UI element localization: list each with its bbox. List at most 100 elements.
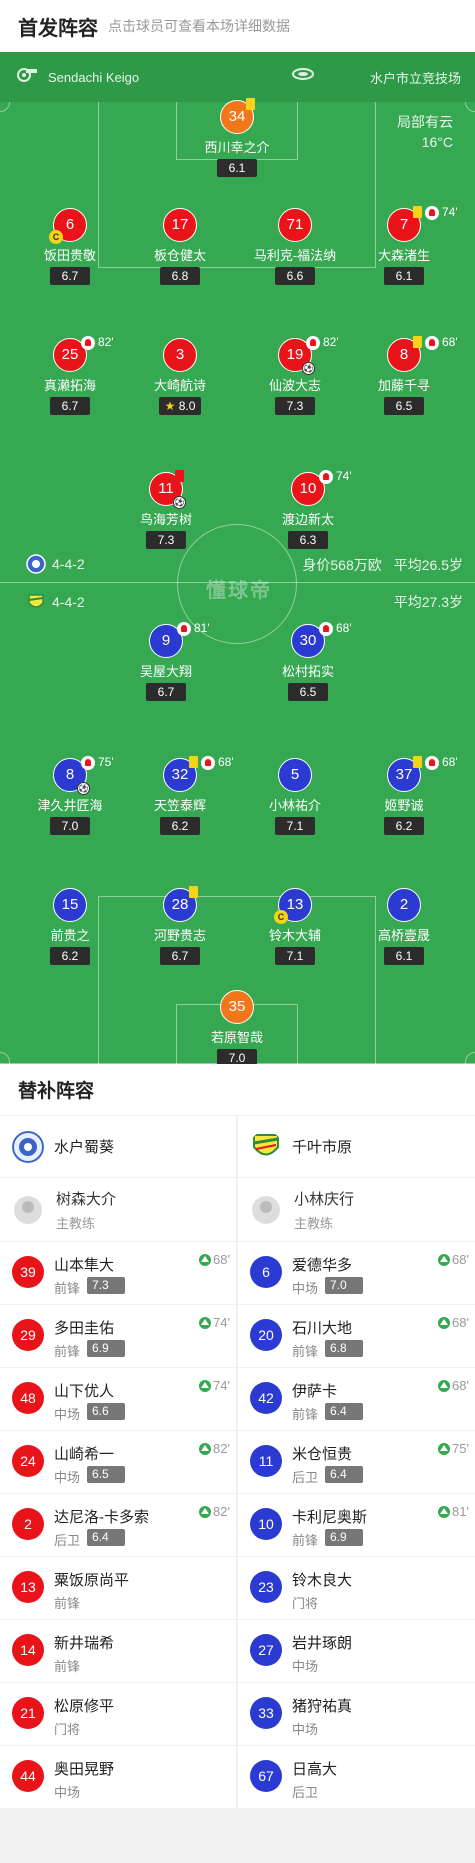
sub-player-row[interactable]: 48 山下优人 中场 6.6 74' — [0, 1368, 236, 1431]
pitch-player[interactable]: 17 板仓健太 6.8 — [125, 208, 235, 285]
pitch-player[interactable]: 35 若原智哉 7.0 — [182, 990, 292, 1064]
best-player-star-icon: ★ — [164, 399, 179, 413]
sub-player-row[interactable]: 6 爱德华多 中场 7.0 68' — [238, 1242, 475, 1305]
sub-player-rating: 6.6 — [87, 1403, 125, 1420]
goal-ball-icon: ⚽ — [302, 362, 315, 375]
pitch-player[interactable]: 19 ⚽ 82' 仙波大志 7.3 — [240, 335, 350, 415]
goal-ball-icon: ⚽ — [173, 496, 186, 509]
player-rating: 6.7 — [160, 947, 200, 965]
pitch-player[interactable]: 8 68' 加藤千寻 6.5 — [349, 335, 459, 415]
sub-player-row[interactable]: 67 日高大 后卫 — [238, 1746, 475, 1809]
sub-player-row[interactable]: 23 铃木良大 门将 — [238, 1557, 475, 1620]
home-subs: 水户蜀葵 树森大介 主教练 39 山本隼大 前锋 7.3 68' 29 多田圭佑 前锋 6.9 7… — [0, 1116, 237, 1809]
substitution-on-icon — [199, 1442, 212, 1455]
substitution-on-icon — [199, 1253, 212, 1266]
player-rating: 7.3 — [275, 397, 315, 415]
sub-player-rating: 6.8 — [325, 1340, 363, 1357]
sub-in: 68' — [438, 1315, 469, 1330]
subs-title: 替补阵容 — [0, 1064, 475, 1116]
home-team-info: 身价568万欧 平均26.5岁 — [290, 555, 463, 575]
player-rating-value: 6.5 — [299, 685, 317, 699]
player-number: 2 — [387, 888, 421, 922]
coach-role: 主教练 — [56, 1215, 96, 1231]
player-rating-value: 6.7 — [171, 949, 189, 963]
pitch-player[interactable]: 13 C 铃木大辅 7.1 — [240, 888, 350, 965]
sub-player-rating: 6.9 — [87, 1340, 125, 1357]
player-name: 若原智哉 — [210, 1030, 263, 1045]
away-coach[interactable]: 小林庆行 主教练 — [238, 1178, 475, 1242]
sub-player-row[interactable]: 2 达尼洛-卡多索 后卫 6.4 82' — [0, 1494, 236, 1557]
pitch-player[interactable]: 8 ⚽ 75' 津久井匠海 7.0 — [15, 755, 125, 835]
sub-player-rating: 6.9 — [325, 1529, 363, 1546]
sub-player-position: 前锋 — [292, 1344, 319, 1359]
player-rating-value: 6.1 — [395, 269, 413, 283]
pitch-player[interactable]: 5 小林祐介 7.1 — [240, 758, 350, 835]
player-name: 大森渚生 — [377, 248, 430, 263]
player-name: 饭田贵敬 — [43, 248, 96, 263]
sub-player-row[interactable]: 21 松原修平 门将 — [0, 1683, 236, 1746]
player-rating-value: 6.2 — [61, 949, 79, 963]
pitch-player[interactable]: 30 68' 松村拓实 6.5 — [253, 621, 363, 701]
sub-player-row[interactable]: 11 米仓恒贵 后卫 6.4 75' — [238, 1431, 475, 1494]
sub-player-row[interactable]: 10 卡利尼奥斯 前锋 6.9 81' — [238, 1494, 475, 1557]
sub-in-minute: 74' — [213, 1315, 230, 1330]
pitch-player[interactable]: 15 前贵之 6.2 — [15, 888, 125, 965]
player-rating-value: 7.0 — [61, 819, 79, 833]
sub-player-row[interactable]: 39 山本隼大 前锋 7.3 68' — [0, 1242, 236, 1305]
pitch-player[interactable]: 71 马利克-福法纳 6.6 — [240, 208, 350, 285]
whistle-icon — [17, 68, 37, 82]
substitution-minute: 68' — [442, 755, 458, 769]
yellow-card-icon — [413, 206, 422, 218]
away-team-row[interactable]: 千叶市原 — [238, 1116, 475, 1178]
sub-player-row[interactable]: 24 山崎希一 中场 6.5 82' — [0, 1431, 236, 1494]
venue-name: 水户市立竞技场 — [369, 70, 461, 86]
player-name: 仙波大志 — [268, 378, 321, 393]
sub-in: 68' — [438, 1252, 469, 1267]
sub-player-name: 石川大地 — [292, 1320, 353, 1337]
away-subs: 千叶市原 小林庆行 主教练 6 爱德华多 中场 7.0 68' 20 石川大地 前锋 6.8 68… — [238, 1116, 475, 1809]
pitch-player[interactable]: 2 高桥壹晟 6.1 — [349, 888, 459, 965]
sub-in-minute: 68' — [452, 1315, 469, 1330]
sub-player-number: 29 — [12, 1319, 44, 1351]
pitch-player[interactable]: 3 大崎航诗 ★ 8.0 — [125, 338, 235, 415]
sub-player-row[interactable]: 42 伊萨卡 前锋 6.4 68' — [238, 1368, 475, 1431]
pitch-player[interactable]: 10 74' 渡边新太 6.3 — [253, 469, 363, 549]
pitch-player[interactable]: 32 68' 天笠泰辉 6.2 — [125, 755, 235, 835]
away-formation-text: 4-4-2 — [52, 594, 85, 610]
home-team-row[interactable]: 水户蜀葵 — [0, 1116, 236, 1178]
goal-ball-icon: ⚽ — [77, 782, 90, 795]
sub-in: 82' — [199, 1504, 230, 1519]
pitch-player[interactable]: 28 河野贵志 6.7 — [125, 886, 235, 965]
sub-player-number: 24 — [12, 1445, 44, 1477]
sub-player-row[interactable]: 29 多田圭佑 前锋 6.9 74' — [0, 1305, 236, 1368]
pitch-player[interactable]: 9 81' 吴屋大翔 6.7 — [111, 621, 221, 701]
pitch-player[interactable]: 37 68' 姬野诚 6.2 — [349, 755, 459, 835]
sub-player-rating: 6.5 — [87, 1466, 125, 1483]
pitch-player[interactable]: 25 82' 真濑拓海 6.7 — [15, 335, 125, 415]
sub-player-row[interactable]: 20 石川大地 前锋 6.8 68' — [238, 1305, 475, 1368]
sub-player-name: 达尼洛-卡多索 — [54, 1509, 149, 1526]
home-team-name: 水户蜀葵 — [54, 1139, 115, 1156]
home-coach[interactable]: 树森大介 主教练 — [0, 1178, 236, 1242]
sub-player-row[interactable]: 27 岩井琢朗 中场 — [238, 1620, 475, 1683]
pitch-player[interactable]: 6 C 饭田贵敬 6.7 — [15, 208, 125, 285]
pitch-player[interactable]: 7 74' 大森渚生 6.1 — [349, 205, 459, 285]
sub-player-row[interactable]: 14 新井瑞希 前锋 — [0, 1620, 236, 1683]
sub-player-name: 铃木良大 — [292, 1572, 353, 1589]
player-name: 马利克-福法纳 — [253, 248, 337, 263]
sub-player-row[interactable]: 13 粟饭原尚平 前锋 — [0, 1557, 236, 1620]
sub-player-name: 伊萨卡 — [292, 1383, 338, 1400]
sub-player-number: 2 — [12, 1508, 44, 1540]
player-number: 17 — [163, 208, 197, 242]
player-rating: 6.2 — [384, 817, 424, 835]
pitch-player[interactable]: 11 ⚽ 鸟海芳树 7.3 — [111, 470, 221, 549]
player-number-wrap: 9 81' — [149, 621, 210, 658]
sub-player-row[interactable]: 33 猪狩祐真 中场 — [238, 1683, 475, 1746]
sub-player-row[interactable]: 44 奥田晃野 中场 — [0, 1746, 236, 1809]
player-name: 前贵之 — [50, 928, 90, 943]
sub-player-name: 岩井琢朗 — [292, 1635, 353, 1652]
sub-player-name: 猪狩祐真 — [292, 1698, 353, 1715]
pitch-player[interactable]: 34 西川幸之介 6.1 — [182, 98, 292, 177]
sub-in-minute: 68' — [452, 1252, 469, 1267]
referee-name: Sendachi Keigo — [48, 69, 140, 85]
